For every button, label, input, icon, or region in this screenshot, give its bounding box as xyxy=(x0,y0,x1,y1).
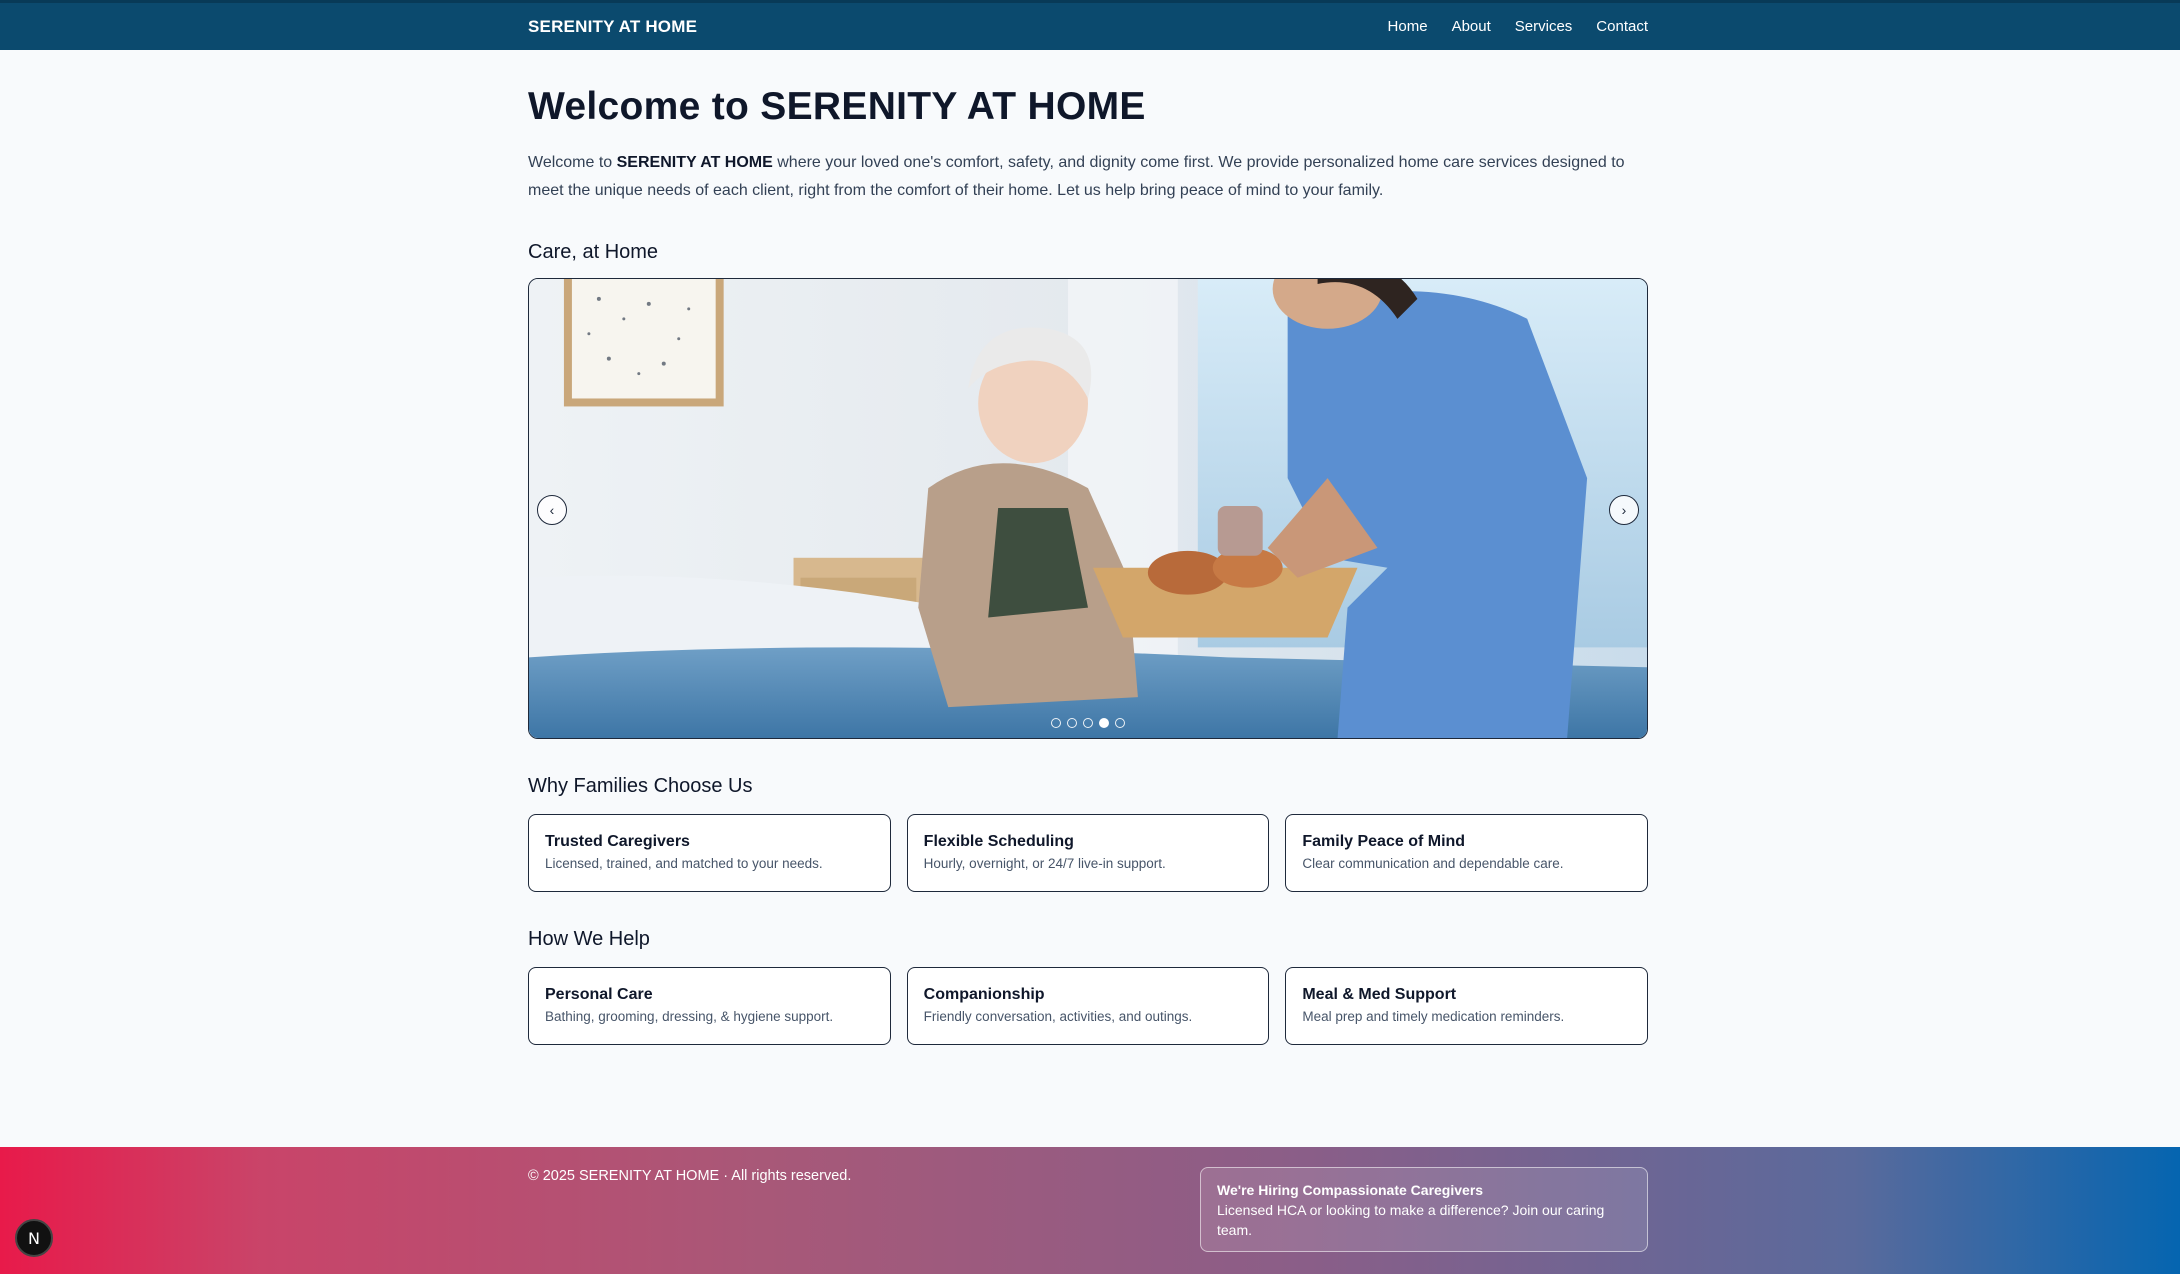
card-description: Friendly conversation, activities, and o… xyxy=(923,1008,1193,1024)
carousel-dot-3[interactable] xyxy=(1083,717,1093,728)
card-title: Personal Care xyxy=(545,985,653,1003)
why-heading: Why Families Choose Us xyxy=(528,774,753,797)
intro-brand: SERENITY AT HOME xyxy=(616,153,773,171)
card-title: Flexible Scheduling xyxy=(923,832,1074,850)
how-heading: How We Help xyxy=(528,927,650,950)
how-cards: Personal Care Bathing, grooming, dressin… xyxy=(528,966,1649,1045)
intro-paragraph: Welcome to SERENITY AT HOME where your l… xyxy=(528,149,1648,205)
site-footer: © 2025 SERENITY AT HOME · All rights res… xyxy=(0,1147,2180,1274)
card-title: Family Peace of Mind xyxy=(1302,832,1466,850)
carousel-dot-2[interactable] xyxy=(1067,717,1077,728)
main-nav: Home About Services Contact xyxy=(1388,18,1648,35)
top-navbar: SERENITY AT HOME Home About Services Con… xyxy=(0,0,2180,50)
card-description: Clear communication and dependable care. xyxy=(1302,855,1564,871)
image-carousel[interactable]: ‹ › xyxy=(528,277,1648,739)
card-title: Trusted Caregivers xyxy=(545,832,690,850)
card-title: Companionship xyxy=(923,985,1045,1003)
hiring-text: Licensed HCA or looking to make a differ… xyxy=(1217,1202,1605,1238)
service-card: Meal & Med Support Meal prep and timely … xyxy=(1285,966,1649,1045)
feature-card: Trusted Caregivers Licensed, trained, an… xyxy=(528,813,891,892)
card-description: Bathing, grooming, dressing, & hygiene s… xyxy=(545,1008,834,1024)
dev-tools-badge-icon[interactable]: N xyxy=(15,1219,53,1257)
carousel-heading: Care, at Home xyxy=(528,240,659,263)
nav-contact-link[interactable]: Contact xyxy=(1596,18,1648,35)
carousel-dot-1[interactable] xyxy=(1051,717,1061,728)
brand-logo-link[interactable]: SERENITY AT HOME xyxy=(528,17,697,37)
nav-about-link[interactable]: About xyxy=(1452,18,1491,35)
carousel-next-button[interactable]: › xyxy=(1609,494,1639,525)
card-description: Hourly, overnight, or 24/7 live-in suppo… xyxy=(923,855,1166,871)
carousel-slide-image xyxy=(529,278,1647,738)
main-content: Welcome to SERENITY AT HOME Welcome to S… xyxy=(528,50,1649,1045)
carousel-dot-4[interactable] xyxy=(1099,717,1109,728)
carousel-indicators xyxy=(529,717,1647,728)
card-description: Licensed, trained, and matched to your n… xyxy=(545,855,823,871)
feature-card: Flexible Scheduling Hourly, overnight, o… xyxy=(906,813,1270,892)
why-cards: Trusted Caregivers Licensed, trained, an… xyxy=(528,813,1649,892)
hiring-banner[interactable]: We're Hiring Compassionate Caregivers Li… xyxy=(1200,1167,1648,1252)
carousel-prev-button[interactable]: ‹ xyxy=(537,494,567,525)
copyright-text: © 2025 SERENITY AT HOME · All rights res… xyxy=(528,1168,852,1184)
carousel-dot-5[interactable] xyxy=(1115,717,1125,728)
feature-card: Family Peace of Mind Clear communication… xyxy=(1285,813,1649,892)
page-title: Welcome to SERENITY AT HOME xyxy=(528,85,1146,128)
service-card: Personal Care Bathing, grooming, dressin… xyxy=(528,966,891,1045)
card-description: Meal prep and timely medication reminder… xyxy=(1302,1008,1565,1024)
service-card: Companionship Friendly conversation, act… xyxy=(906,966,1270,1045)
nav-home-link[interactable]: Home xyxy=(1388,18,1428,35)
hiring-title: We're Hiring Compassionate Caregivers xyxy=(1217,1182,1484,1198)
card-title: Meal & Med Support xyxy=(1302,985,1457,1003)
intro-prefix: Welcome to xyxy=(528,153,617,171)
nav-services-link[interactable]: Services xyxy=(1515,18,1573,35)
